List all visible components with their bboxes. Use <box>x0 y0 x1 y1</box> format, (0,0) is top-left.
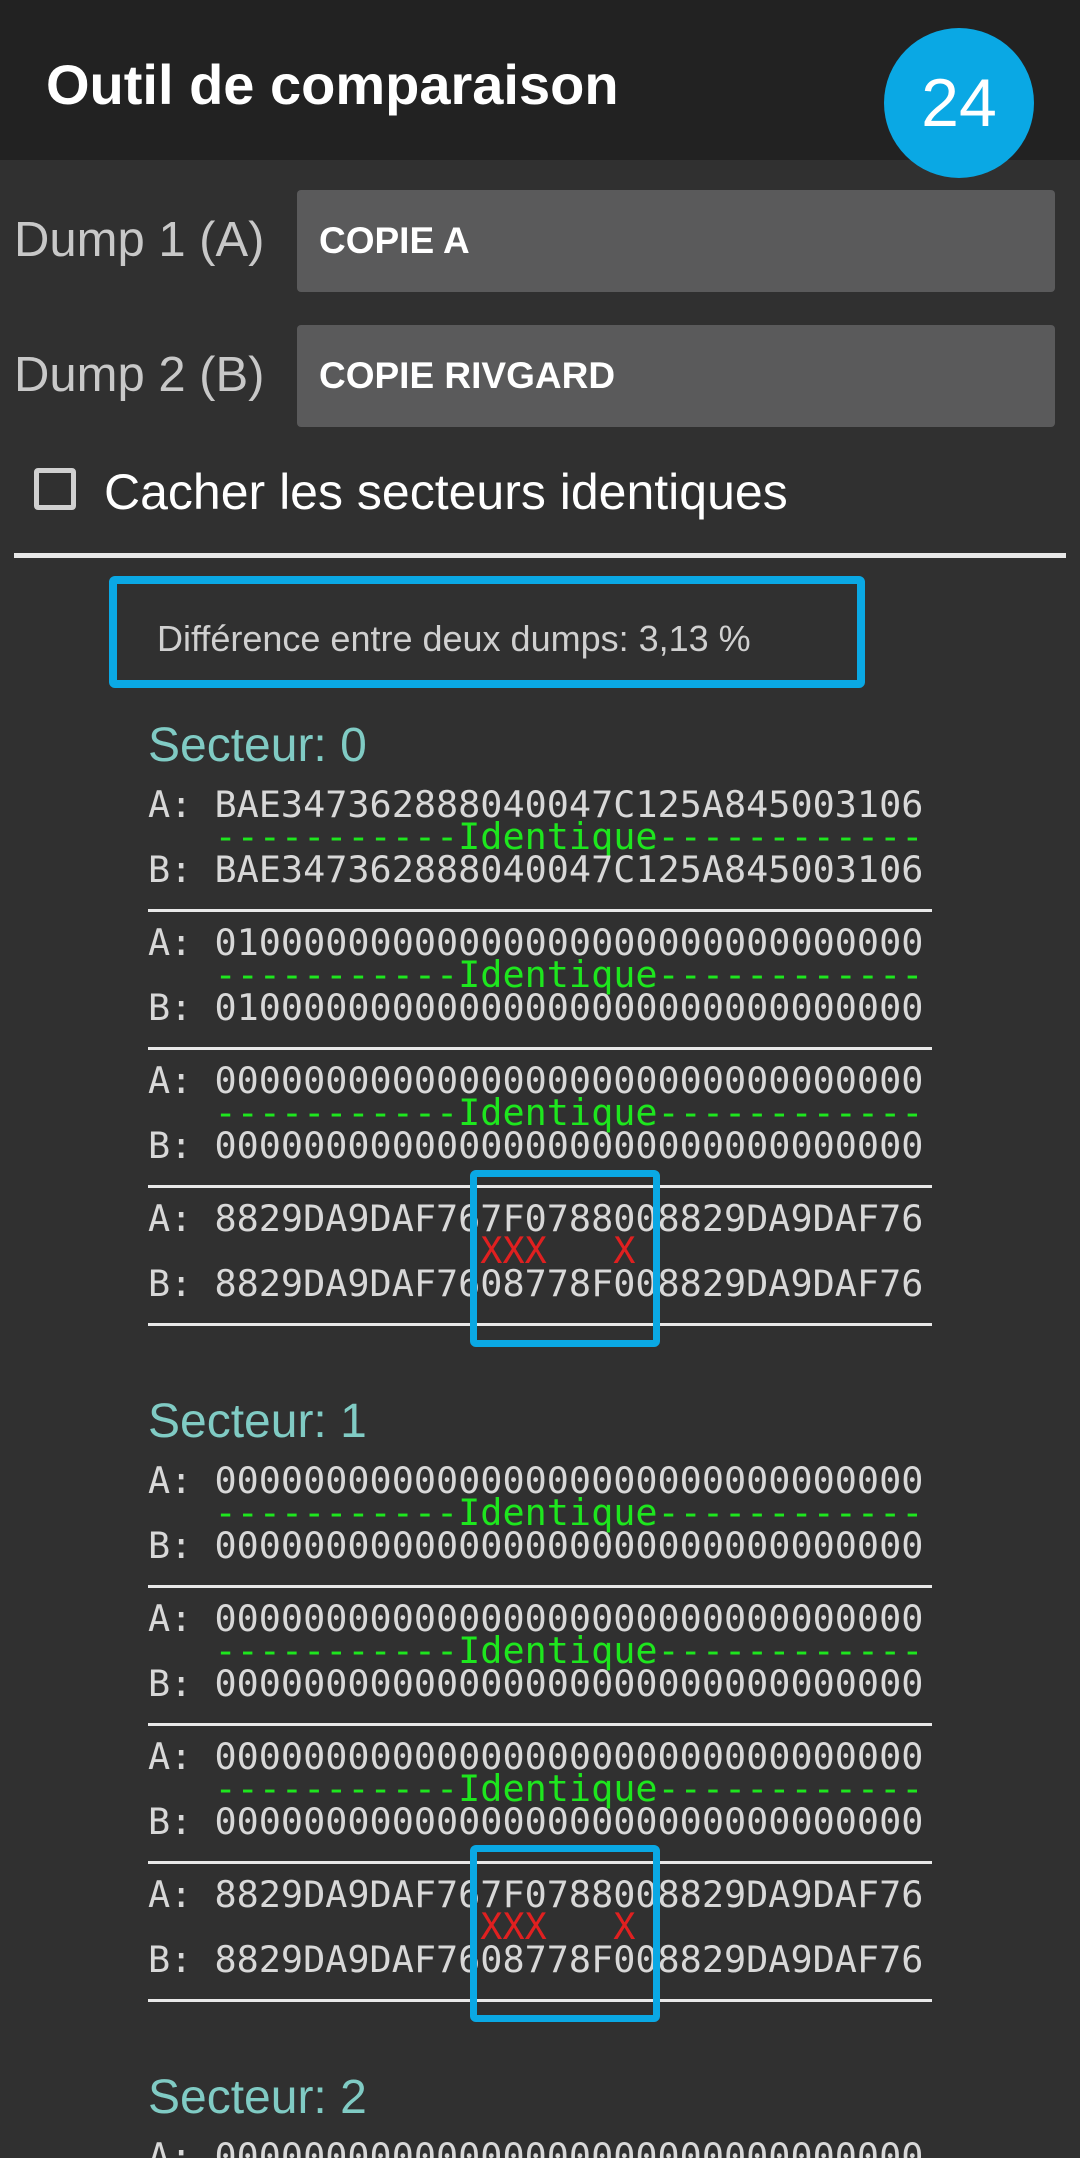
dump2-select[interactable]: COPIE RIVGARD <box>297 325 1055 427</box>
dump2-label: Dump 2 (B) <box>14 348 265 402</box>
hide-identical-row[interactable]: Cacher les secteurs identiques <box>0 455 1080 535</box>
line-b: B: 01000000000000000000000000000000 <box>148 986 924 1029</box>
block-divider <box>148 1723 932 1726</box>
line-b: B: 00000000000000000000000000000000 <box>148 1124 924 1167</box>
block-divider <box>148 909 932 912</box>
sector-title: Secteur: 0 <box>148 719 367 772</box>
diff-highlight <box>470 1845 660 2022</box>
block-divider <box>148 1585 932 1588</box>
sector-title: Secteur: 2 <box>148 2071 367 2124</box>
dump1-label: Dump 1 (A) <box>14 213 265 267</box>
sector-title: Secteur: 1 <box>148 1395 367 1448</box>
sector-block: A: 00000000000000000000000000000000 ----… <box>148 1459 932 1597</box>
diff-highlight <box>470 1170 660 1347</box>
difference-highlight: Différence entre deux dumps: 3,13 % <box>109 576 865 688</box>
divider <box>14 553 1066 558</box>
dump2-row: Dump 2 (B) COPIE RIVGARD <box>0 325 1080 427</box>
app-title: Outil de comparaison <box>46 53 619 116</box>
line-a: A: 00000000000000000000000000000000 <box>148 2135 924 2158</box>
sector-block: A: 01000000000000000000000000000000 ----… <box>148 921 932 1059</box>
sector-block: A: 00000000000000000000000000000000 <box>148 2135 932 2158</box>
count-badge[interactable]: 24 <box>884 28 1034 178</box>
dump1-row: Dump 1 (A) COPIE A <box>0 190 1080 292</box>
line-b: B: BAE347362888040047C125A845003106 <box>148 848 924 891</box>
dump1-select[interactable]: COPIE A <box>297 190 1055 292</box>
line-b: B: 00000000000000000000000000000000 <box>148 1524 924 1567</box>
line-b: B: 00000000000000000000000000000000 <box>148 1662 924 1705</box>
line-b: B: 00000000000000000000000000000000 <box>148 1800 924 1843</box>
sector-block: A: 00000000000000000000000000000000 ----… <box>148 1597 932 1735</box>
block-divider <box>148 1047 932 1050</box>
hide-identical-label: Cacher les secteurs identiques <box>104 464 788 520</box>
difference-text: Différence entre deux dumps: 3,13 % <box>157 618 751 659</box>
sector-block: A: BAE347362888040047C125A845003106 ----… <box>148 783 932 921</box>
hide-identical-checkbox[interactable] <box>34 468 76 510</box>
